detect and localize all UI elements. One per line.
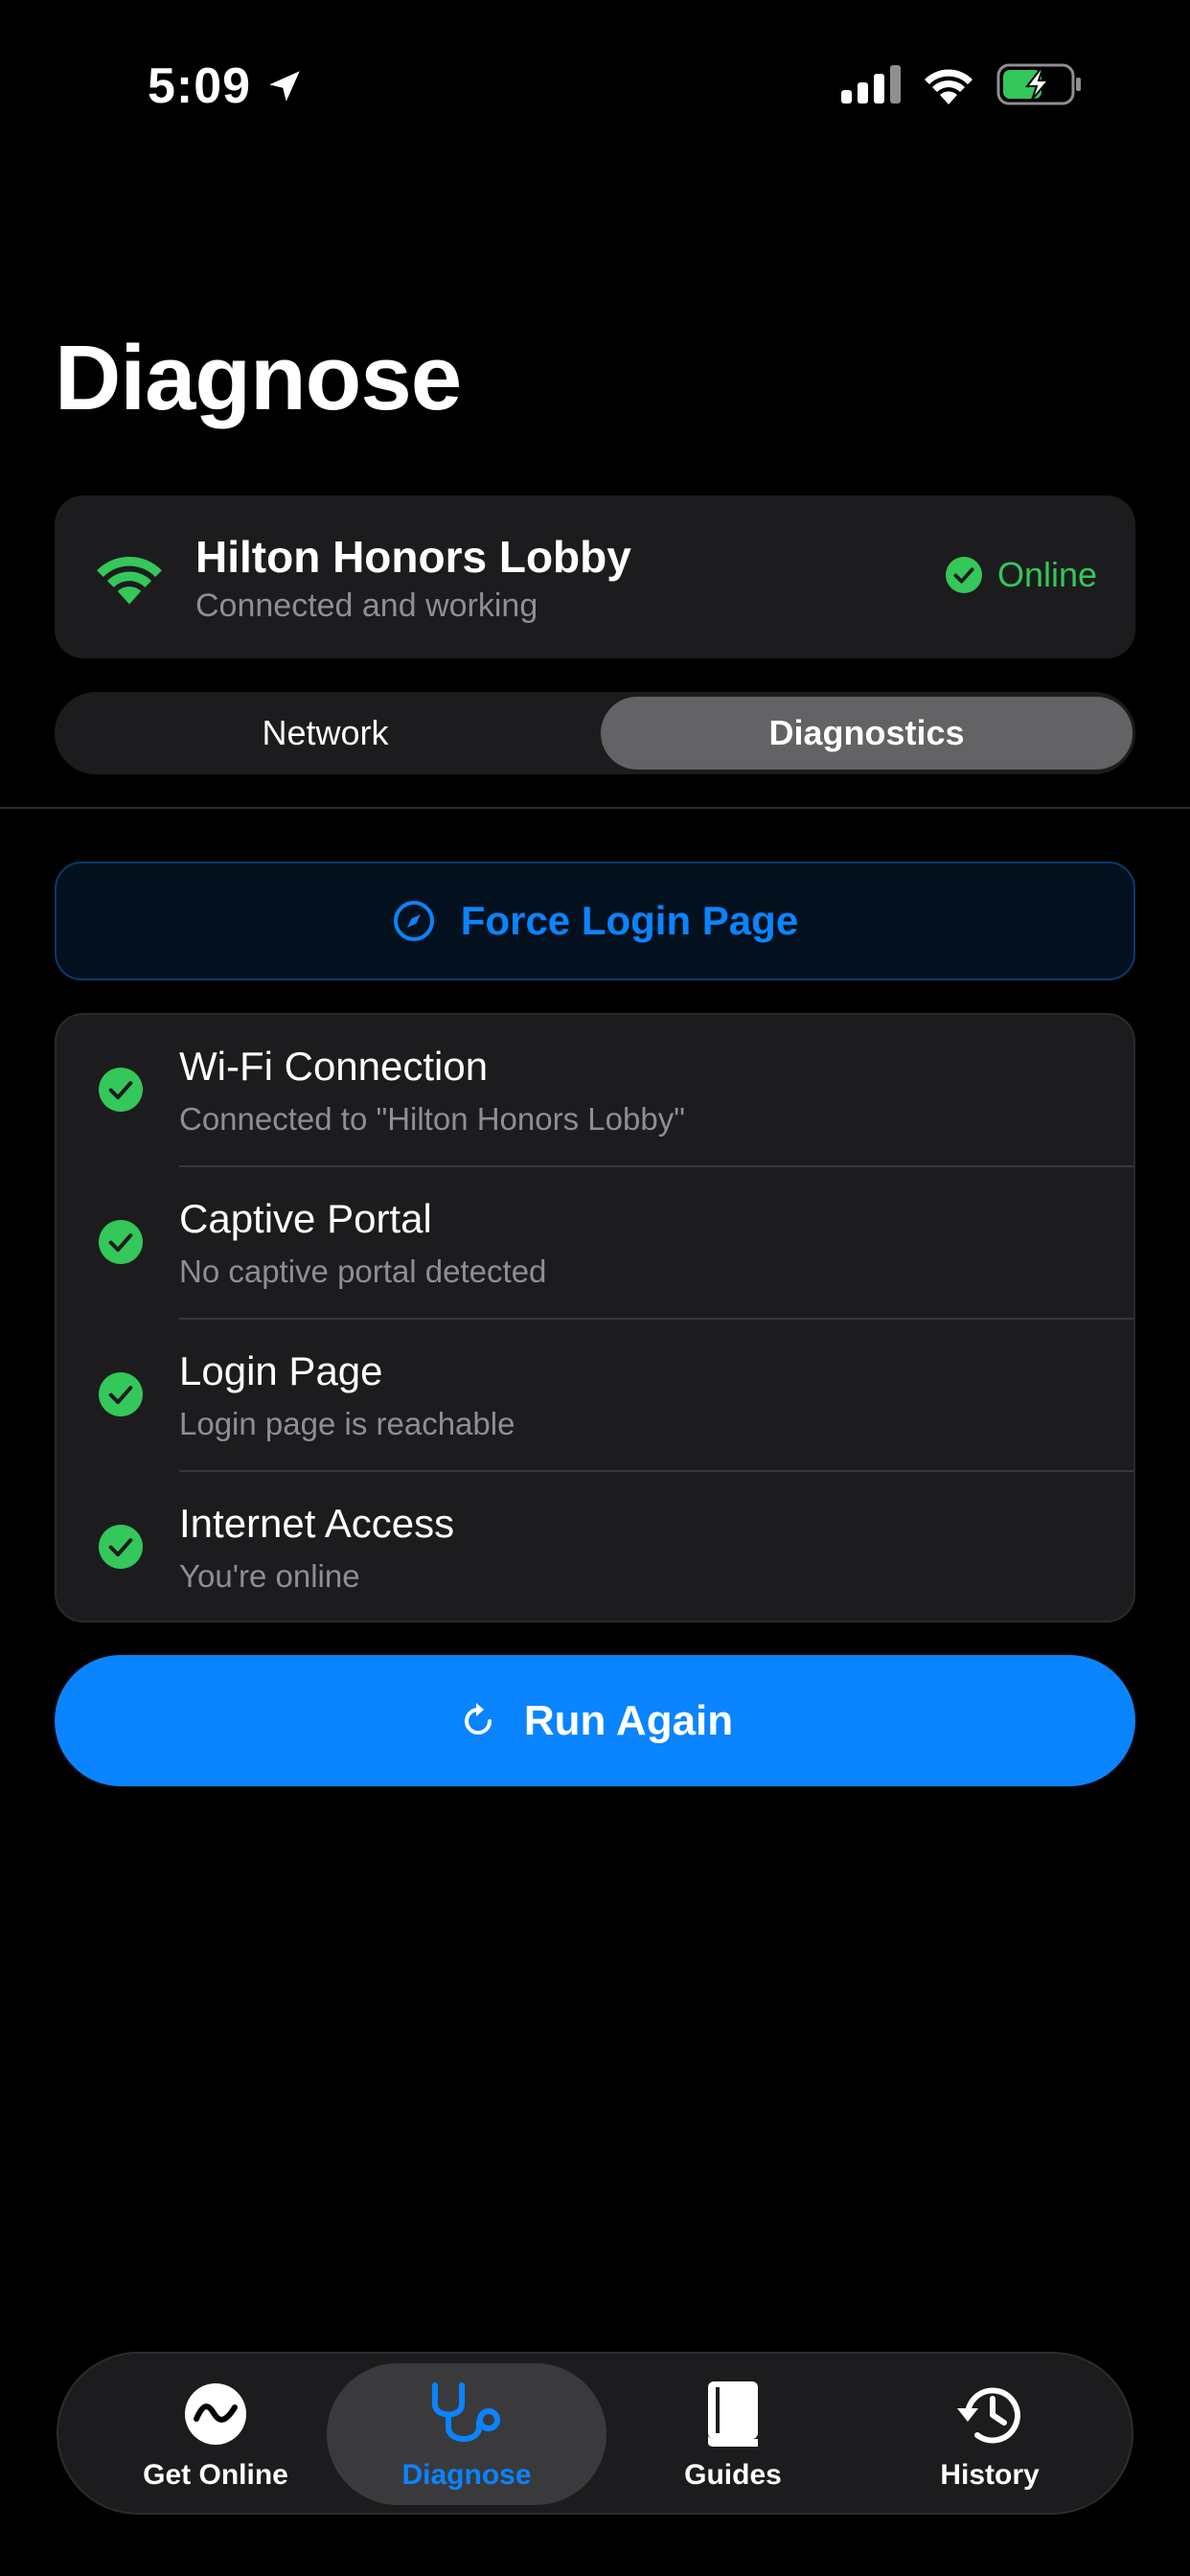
- network-card: Hilton Honors Lobby Connected and workin…: [55, 495, 1135, 658]
- tab-diagnose[interactable]: Diagnose: [327, 2363, 606, 2505]
- network-subtitle: Connected and working: [195, 587, 538, 624]
- checkmark-circle-icon: [99, 1372, 143, 1416]
- force-login-label: Force Login Page: [460, 898, 799, 943]
- force-login-button[interactable]: Force Login Page: [55, 862, 1135, 980]
- list-item: Login Page Login page is reachable: [57, 1320, 1133, 1472]
- wave-circle-icon: [185, 2383, 246, 2445]
- clock-text: 5:09: [148, 58, 252, 114]
- tab-label: Diagnose: [401, 2459, 532, 2491]
- tab-label: History: [940, 2459, 1040, 2491]
- segmented-control: Network Diagnostics: [55, 692, 1135, 774]
- tab-get-online[interactable]: Get Online: [87, 2363, 344, 2505]
- status-bar: 5:09: [0, 0, 1190, 172]
- check-subtitle: Login page is reachable: [179, 1406, 515, 1441]
- checkmark-circle-icon: [945, 557, 982, 593]
- list-item: Captive Portal No captive portal detecte…: [57, 1167, 1133, 1320]
- stethoscope-icon: [432, 2382, 500, 2442]
- check-title: Internet Access: [179, 1501, 455, 1546]
- checkmark-circle-icon: [99, 1220, 143, 1264]
- checkmark-circle-icon: [99, 1525, 143, 1569]
- tab-bar: Get Online Diagnose Guides History: [57, 2352, 1133, 2515]
- book-icon: [708, 2381, 758, 2447]
- battery-charging-icon: [996, 63, 1081, 105]
- compass-icon: [393, 901, 434, 941]
- tab-network[interactable]: Network: [59, 697, 591, 770]
- check-title: Login Page: [179, 1348, 383, 1393]
- tab-label: Get Online: [143, 2459, 288, 2491]
- tab-history[interactable]: History: [861, 2363, 1118, 2505]
- location-arrow-icon: [269, 71, 300, 102]
- checkmark-circle-icon: [99, 1068, 143, 1112]
- network-status-badge: Online: [945, 555, 1097, 595]
- check-subtitle: Connected to "Hilton Honors Lobby": [179, 1101, 685, 1137]
- section-divider: [0, 807, 1190, 809]
- network-status-text: Online: [996, 555, 1097, 594]
- list-item: Wi-Fi Connection Connected to "Hilton Ho…: [57, 1015, 1133, 1167]
- check-title: Captive Portal: [179, 1196, 432, 1241]
- refresh-icon: [464, 1702, 492, 1735]
- status-indicators: [841, 63, 1083, 105]
- tab-diagnostics[interactable]: Diagnostics: [601, 697, 1133, 770]
- diagnostic-checks-list: Wi-Fi Connection Connected to "Hilton Ho…: [55, 1013, 1135, 1622]
- clock-history-icon: [957, 2387, 1020, 2444]
- run-again-button[interactable]: Run Again: [55, 1655, 1135, 1786]
- tab-label: Guides: [684, 2459, 782, 2491]
- wifi-icon: [97, 556, 162, 605]
- tab-guides[interactable]: Guides: [605, 2363, 861, 2505]
- wifi-status-icon: [925, 69, 973, 104]
- check-title: Wi-Fi Connection: [179, 1044, 489, 1089]
- list-item: Internet Access You're online: [57, 1472, 1133, 1621]
- status-time: 5:09: [148, 58, 305, 115]
- check-subtitle: You're online: [179, 1558, 360, 1594]
- cellular-signal-icon: [841, 65, 901, 104]
- network-name: Hilton Honors Lobby: [195, 532, 631, 582]
- run-again-label: Run Again: [523, 1696, 734, 1744]
- page-title: Diagnose: [55, 327, 462, 429]
- check-subtitle: No captive portal detected: [179, 1254, 547, 1289]
